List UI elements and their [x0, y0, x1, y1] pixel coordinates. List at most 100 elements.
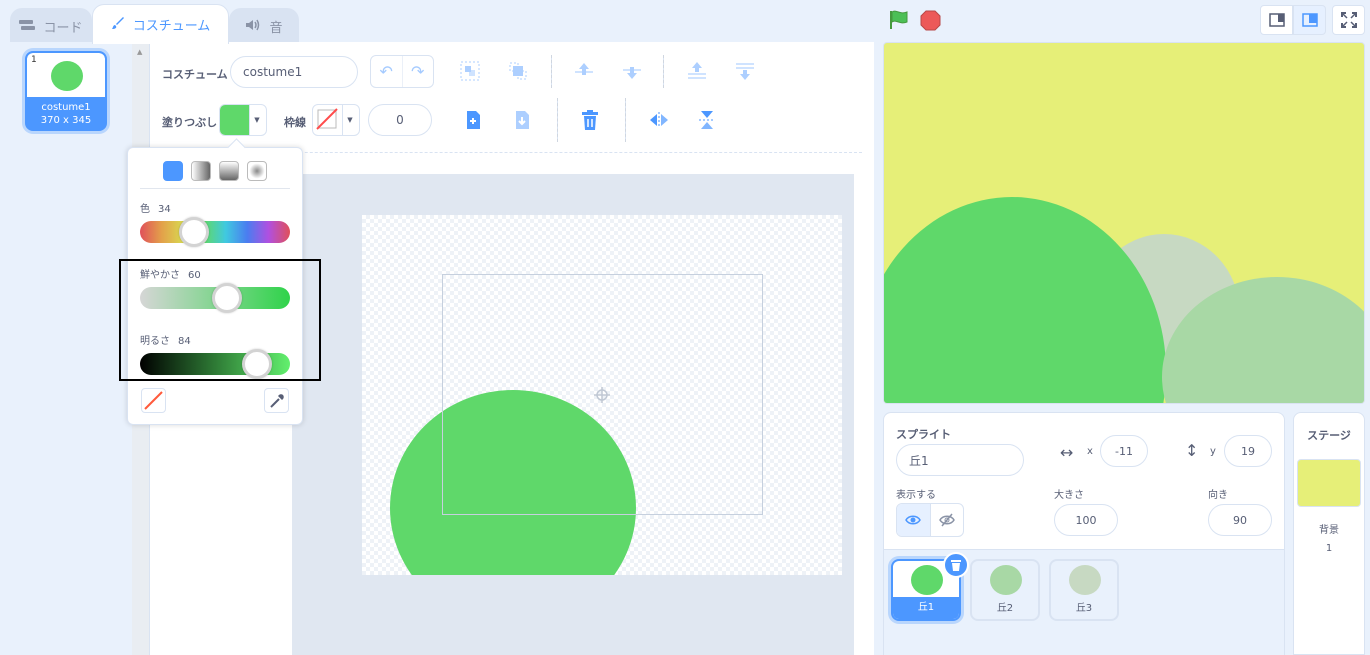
chevron-down-icon: ▼	[347, 116, 353, 124]
color-slider-handle[interactable]	[179, 217, 209, 247]
tab-costumes[interactable]: コスチューム	[92, 4, 229, 44]
eyedropper-icon	[269, 393, 284, 408]
direction-label: 向き	[1208, 490, 1228, 501]
backward-button[interactable]	[616, 55, 648, 87]
backdrop-thumbnail[interactable]	[1297, 459, 1361, 507]
size-label: 大きさ	[1054, 490, 1084, 501]
sprite-title: スプライト	[896, 428, 951, 441]
hill-1-sprite[interactable]	[884, 197, 1166, 403]
x-input[interactable]: -11	[1100, 435, 1148, 467]
paste-icon	[516, 111, 529, 129]
tab-sounds[interactable]: 音	[229, 8, 299, 44]
back-icon	[736, 63, 754, 80]
code-icon	[19, 19, 36, 35]
sprite-thumbnail	[911, 565, 943, 595]
small-stage-icon	[1268, 13, 1285, 27]
fill-swatch	[220, 105, 250, 135]
no-fill-button[interactable]	[141, 388, 166, 413]
sprite-name-input[interactable]: 丘1	[896, 444, 1024, 476]
radial-gradient-button[interactable]	[247, 161, 267, 181]
no-color-icon	[144, 391, 163, 410]
stage-title: ステージ	[1307, 429, 1351, 442]
paste-button[interactable]	[506, 104, 538, 136]
fill-label: 塗りつぶし	[162, 116, 218, 129]
brush-icon	[111, 16, 125, 34]
size-input[interactable]: 100	[1054, 504, 1118, 536]
normal-stage-icon	[1301, 13, 1318, 27]
crosshair-icon	[593, 386, 611, 407]
costume-name-label: コスチューム	[162, 68, 228, 81]
costume-list	[0, 42, 132, 655]
flip-vertical-button[interactable]	[691, 104, 723, 136]
costume-thumbnail	[27, 53, 105, 97]
trash-icon	[582, 110, 598, 130]
undo-button[interactable]: ↶	[371, 56, 403, 87]
tab-code-label: コード	[43, 21, 83, 36]
costume-size: 370 x 345	[40, 115, 92, 126]
vertical-arrow-icon: ↕	[1185, 441, 1199, 460]
stop-icon	[920, 10, 941, 31]
sprite-tile-hill2[interactable]: 丘2	[970, 559, 1040, 621]
back-button[interactable]	[729, 55, 761, 87]
highlight-box	[119, 259, 321, 381]
solid-fill-button[interactable]	[163, 161, 183, 181]
stop-button[interactable]	[920, 10, 941, 31]
redo-icon: ↷	[411, 62, 425, 81]
delete-button[interactable]	[574, 104, 606, 136]
normal-stage-button[interactable]	[1293, 5, 1326, 35]
direction-input[interactable]: 90	[1208, 504, 1272, 536]
flip-horizontal-button[interactable]	[643, 104, 675, 136]
color-value: 34	[158, 204, 171, 215]
backdrop-count: 1	[1325, 543, 1333, 554]
color-slider[interactable]	[140, 217, 290, 247]
tab-sounds-label: 音	[269, 21, 283, 36]
undo-redo-group: ↶ ↷	[370, 55, 434, 88]
no-color-icon	[313, 105, 343, 135]
horizontal-gradient-button[interactable]	[191, 161, 211, 181]
y-input[interactable]: 19	[1224, 435, 1272, 467]
scroll-up-icon[interactable]: ▲	[137, 48, 142, 56]
trash-icon	[951, 559, 961, 571]
backward-icon	[623, 67, 641, 79]
backdrop-label: 背景	[1319, 525, 1339, 536]
tab-costumes-label: コスチューム	[132, 19, 211, 34]
group-button[interactable]	[454, 55, 486, 87]
forward-icon	[575, 63, 593, 75]
sprite-tile-label: 丘2	[996, 603, 1014, 614]
flip-horizontal-icon	[650, 112, 668, 128]
costume-item[interactable]: 1 costume1 370 x 345	[25, 51, 107, 131]
horizontal-arrow-icon: ↔	[1060, 443, 1074, 462]
redo-button[interactable]: ↷	[403, 56, 434, 87]
sprite-tile-hill3[interactable]: 丘3	[1049, 559, 1119, 621]
hide-button[interactable]	[931, 504, 964, 536]
copy-button[interactable]	[457, 104, 489, 136]
show-button[interactable]	[897, 504, 931, 536]
flip-vertical-icon	[699, 111, 715, 129]
outline-label: 枠線	[284, 116, 306, 129]
costume-name-input[interactable]: costume1	[230, 56, 358, 88]
forward-button[interactable]	[568, 55, 600, 87]
eyedropper-button[interactable]	[264, 388, 289, 413]
x-label: x	[1087, 446, 1093, 457]
small-stage-button[interactable]	[1260, 5, 1293, 35]
fill-color-picker[interactable]: ▼	[219, 104, 267, 136]
green-flag-button[interactable]	[888, 9, 910, 31]
outline-color-picker[interactable]: ▼	[312, 104, 360, 136]
vertical-gradient-button[interactable]	[219, 161, 239, 181]
fullscreen-button[interactable]	[1332, 5, 1365, 35]
sprite-tile-label: 丘3	[1075, 603, 1093, 614]
chevron-down-icon: ▼	[254, 116, 260, 124]
ungroup-button[interactable]	[502, 55, 534, 87]
ungroup-icon	[509, 62, 527, 80]
costume-name: costume1	[41, 102, 91, 113]
tab-code[interactable]: コード	[10, 8, 92, 44]
fullscreen-icon	[1340, 12, 1357, 28]
sprite-tile-label: 丘1	[893, 597, 959, 619]
outline-width-input[interactable]: 0	[368, 104, 432, 136]
costume-number: 1	[31, 55, 37, 65]
delete-sprite-button[interactable]	[943, 552, 969, 578]
front-button[interactable]	[681, 55, 713, 87]
stage[interactable]	[883, 42, 1365, 404]
sprite-thumbnail	[1069, 565, 1101, 595]
color-label: 色	[140, 204, 150, 215]
